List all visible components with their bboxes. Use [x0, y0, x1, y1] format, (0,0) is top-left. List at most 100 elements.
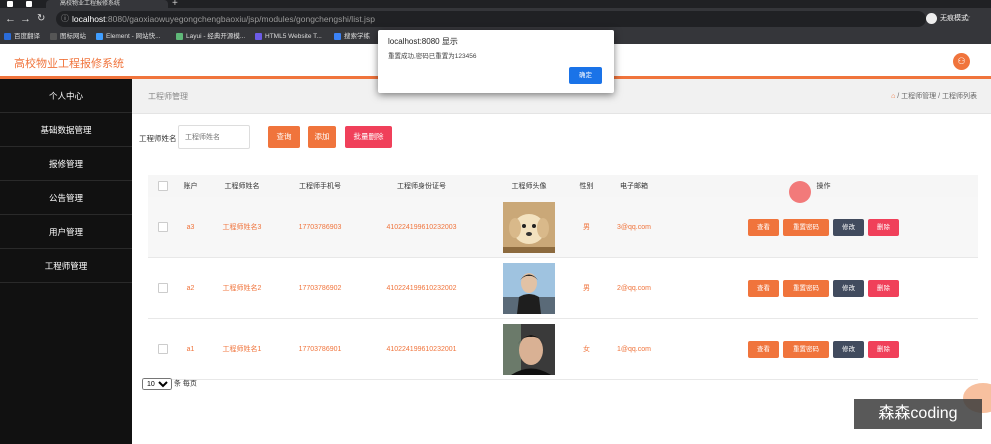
id-card-cell: 410224199610232001	[359, 318, 484, 380]
table-row: a2 工程师姓名2 17703786902 410224199610232002…	[148, 257, 978, 319]
page-title: 工程师管理	[148, 92, 188, 101]
delete-button[interactable]: 删除	[868, 218, 899, 236]
row-select-cell	[148, 318, 178, 380]
sidebar-item-users[interactable]: 用户管理	[0, 215, 132, 249]
reload-icon[interactable]: ↻	[37, 12, 45, 26]
engineer-table: 账户 工程师姓名 工程师手机号 工程师身份证号 工程师头像 性别 电子邮箱 操作…	[148, 175, 978, 380]
phone-cell: 17703786903	[281, 197, 359, 258]
column-header: 操作	[669, 175, 978, 197]
view-button[interactable]: 查看	[748, 279, 779, 297]
row-checkbox[interactable]	[158, 344, 168, 354]
account-cell: a1	[178, 318, 203, 380]
browser-tab[interactable]: 高校物业工程报修系统	[46, 0, 168, 8]
row-checkbox[interactable]	[158, 283, 168, 293]
incognito-icon	[926, 12, 937, 24]
edit-button[interactable]: 修改	[833, 340, 864, 358]
reset-password-button[interactable]: 重置密码	[783, 279, 829, 297]
browser-menu-icon[interactable]	[7, 1, 13, 7]
sidebar-item-basic-data[interactable]: 基础数据管理	[0, 113, 132, 147]
sidebar-item-repairs[interactable]: 报修管理	[0, 147, 132, 181]
user-avatar-icon[interactable]: ⚇	[953, 53, 970, 70]
man-sky-avatar-image	[503, 262, 555, 314]
page-size-suffix: 条 每页	[173, 380, 197, 388]
main-content: 工程师管理 ⌂ / 工程师管理 / 工程师列表 工程师姓名 查询 添加 批量删除…	[132, 79, 991, 444]
bookmark-favicon-icon	[4, 32, 11, 40]
sidebar-item-personal-center[interactable]: 个人中心	[0, 79, 132, 113]
query-button[interactable]: 查询	[268, 126, 300, 148]
avatar-cell	[484, 318, 574, 380]
row-select-cell	[148, 197, 178, 258]
actions-cell: 查看 重置密码 修改 删除	[669, 257, 978, 319]
edit-button[interactable]: 修改	[833, 279, 864, 297]
reset-password-button[interactable]: 重置密码	[783, 340, 829, 358]
row-checkbox[interactable]	[158, 222, 168, 232]
pagination: 10 条 每页	[142, 378, 197, 390]
bookmark-item[interactable]: 搜索学练	[334, 30, 370, 44]
batch-delete-button[interactable]: 批量删除	[345, 126, 392, 148]
url-host: localhost	[72, 14, 106, 24]
bookmark-label: Layui - 经典开源模...	[186, 33, 246, 40]
bookmark-favicon-icon	[255, 32, 262, 40]
add-button[interactable]: 添加	[308, 126, 336, 148]
email-cell: 3@qq.com	[599, 197, 669, 258]
table-row: a3 工程师姓名3 17703786903 410224199610232003	[148, 197, 978, 258]
incognito-label: 无痕模式	[940, 15, 968, 22]
id-card-cell: 410224199610232002	[359, 257, 484, 319]
view-button[interactable]: 查看	[748, 218, 779, 236]
bookmark-item[interactable]: 百度翻译	[4, 30, 40, 44]
browser-tab-title: 高校物业工程报修系统	[60, 1, 121, 7]
gender-cell: 女	[574, 318, 599, 380]
bookmark-item[interactable]: Layui - 经典开源模...	[176, 30, 245, 44]
address-bar[interactable]: ⓘ localhost:8080/gaoxiaowuyegongchengbao…	[56, 11, 971, 27]
column-header: 账户	[178, 175, 203, 197]
gender-cell: 男	[574, 197, 599, 258]
alert-message: 重置成功,密码已重置为123456	[388, 53, 477, 60]
sidebar-item-label: 基础数据管理	[40, 125, 92, 135]
bookmark-item[interactable]: 图标网站	[50, 30, 86, 44]
engineer-name-search-input[interactable]	[178, 125, 250, 149]
sidebar-item-engineers[interactable]: 工程师管理	[0, 249, 132, 283]
actions-cell: 查看 重置密码 修改 删除	[669, 197, 978, 258]
name-cell: 工程师姓名1	[203, 318, 281, 380]
bookmark-label: 图标网站	[60, 33, 86, 40]
email-cell: 1@qq.com	[599, 318, 669, 380]
breadcrumb-path: / 工程师管理 / 工程师列表	[897, 93, 977, 100]
forward-icon[interactable]: →	[20, 12, 31, 26]
site-info-icon[interactable]: ⓘ	[61, 11, 69, 27]
url-path: :8080/gaoxiaowuyegongchengbaoxiu/jsp/mod…	[105, 14, 375, 24]
sidebar-item-label: 个人中心	[48, 91, 83, 101]
name-cell: 工程师姓名3	[203, 197, 281, 258]
home-icon[interactable]: ⌂	[891, 93, 895, 100]
bookmark-favicon-icon	[176, 32, 183, 40]
delete-button[interactable]: 删除	[868, 340, 899, 358]
delete-button[interactable]: 删除	[868, 279, 899, 297]
actions-cell: 查看 重置密码 修改 删除	[669, 318, 978, 380]
browser-toolbar: ← → ↻ ⓘ localhost:8080/gaoxiaowuyegongch…	[0, 8, 991, 30]
phone-cell: 17703786901	[281, 318, 359, 380]
account-cell: a2	[178, 257, 203, 319]
alert-dialog: localhost:8080 显示 重置成功,密码已重置为123456 确定	[378, 30, 614, 93]
reset-password-button[interactable]: 重置密码	[783, 218, 829, 236]
bookmark-item[interactable]: Element - 网站快...	[96, 30, 161, 44]
select-all-checkbox[interactable]	[158, 181, 168, 191]
browser-window-icon[interactable]	[26, 1, 32, 7]
sidebar-item-announcements[interactable]: 公告管理	[0, 181, 132, 215]
column-header: 工程师身份证号	[359, 175, 484, 197]
alert-title: localhost:8080 显示	[388, 37, 458, 46]
alert-ok-button[interactable]: 确定	[569, 67, 602, 84]
back-icon[interactable]: ←	[5, 12, 16, 26]
sidebar-item-label: 工程师管理	[44, 261, 88, 271]
phone-cell: 17703786902	[281, 257, 359, 319]
bookmark-favicon-icon	[96, 32, 103, 40]
bookmark-label: Element - 网站快...	[106, 33, 161, 40]
table-row: a1 工程师姓名1 17703786901 410224199610232001…	[148, 318, 978, 380]
bookmark-item[interactable]: HTML5 Website T...	[255, 30, 322, 44]
man-portrait-avatar-image	[503, 323, 555, 375]
view-button[interactable]: 查看	[748, 340, 779, 358]
search-label: 工程师姓名	[139, 134, 177, 143]
avatar-cell	[484, 197, 574, 258]
incognito-indicator[interactable]: 无痕模式	[926, 11, 968, 27]
bookmark-favicon-icon	[50, 32, 57, 40]
page-size-select[interactable]: 10	[142, 378, 172, 390]
edit-button[interactable]: 修改	[833, 218, 864, 236]
